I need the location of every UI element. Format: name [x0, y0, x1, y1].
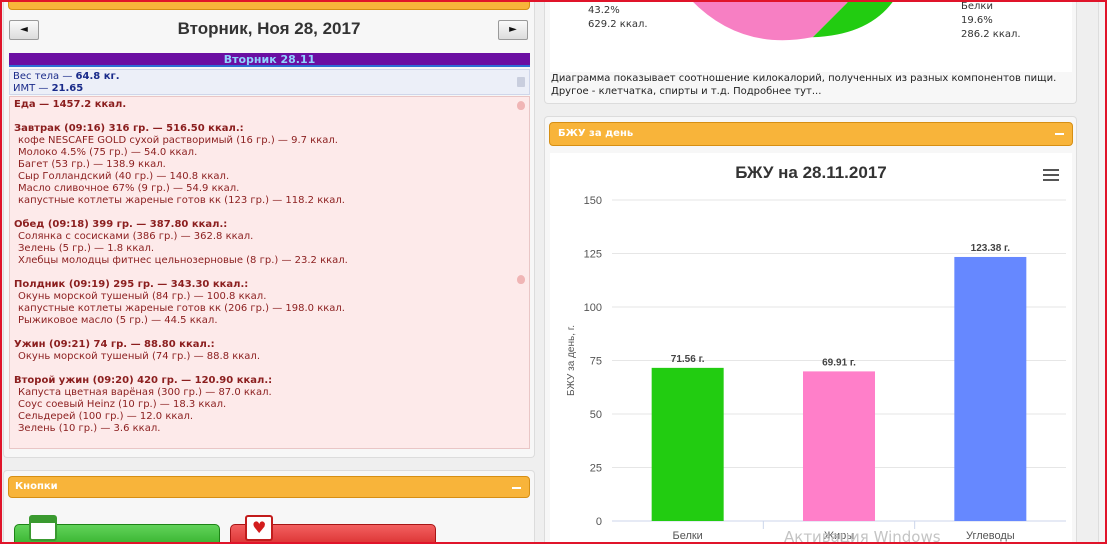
body-stats-box[interactable]: Вес тела — 64.8 кг. ИМТ — 21.65: [9, 69, 530, 95]
meal-block: Полдник (09:19) 295 гр. — 343.30 ккал.: О…: [14, 279, 525, 327]
y-tick-label: 25: [590, 463, 602, 475]
meal-block: Обед (09:18) 399 гр. — 387.80 ккал.: Соля…: [14, 219, 525, 267]
next-day-button[interactable]: ►: [498, 20, 528, 40]
pie-description-link[interactable]: Другое - клетчатка, спирты и т.д. Подроб…: [551, 85, 1071, 98]
meal-item[interactable]: Багет (53 гр.) — 138.9 ккал.: [14, 159, 525, 171]
meal-item[interactable]: кофе NESCAFE GOLD сухой растворимый (16 …: [14, 135, 525, 147]
meal-item[interactable]: Сыр Голландский (40 гр.) — 140.8 ккал.: [14, 171, 525, 183]
y-tick-label: 150: [584, 195, 602, 207]
meal-item[interactable]: Зелень (10 гр.) — 3.6 ккал.: [14, 423, 525, 435]
x-tick-label: Углеводы: [966, 530, 1015, 542]
bju-panel: БЖУ за день БЖУ на 28.11.2017 0 25 50 75 100…: [544, 116, 1077, 544]
meal-title[interactable]: Ужин (09:21) 74 гр. — 88.80 ккал.:: [14, 339, 525, 351]
buttons-panel-title: Кнопки: [15, 481, 58, 492]
apple-icon[interactable]: [517, 275, 525, 284]
y-axis-label: БЖУ за день, г.: [566, 325, 577, 396]
collapse-icon[interactable]: [1055, 133, 1064, 135]
meal-item[interactable]: Капуста цветная варёная (300 гр.) — 87.0…: [14, 387, 525, 399]
data-label: 123.38 г.: [971, 243, 1011, 254]
bar: [651, 367, 724, 521]
weight-row: Вес тела — 64.8 кг.: [13, 71, 526, 83]
pie-left-kcal: 629.2 ккал.: [588, 19, 648, 30]
add-food-button[interactable]: [14, 515, 220, 544]
calendar-icon: [29, 515, 57, 541]
meal-block: Завтрак (09:16) 316 гр. — 516.50 ккал.: к…: [14, 123, 525, 207]
meal-title[interactable]: Второй ужин (09:20) 420 гр. — 120.90 кка…: [14, 375, 525, 387]
pie-right-percent: 19.6%: [961, 15, 993, 26]
pie-left-percent: 43.2%: [588, 5, 620, 16]
pie-description: Диаграмма показывает соотношение килокал…: [551, 72, 1071, 98]
meal-item[interactable]: капустные котлеты жареные готов кк (206 …: [14, 303, 525, 315]
page-title: Вторник, Ноя 28, 2017: [177, 19, 361, 38]
meal-item[interactable]: Зелень (5 гр.) — 1.8 ккал.: [14, 243, 525, 255]
calorie-pie-panel: 43.2% 629.2 ккал. Белки 19.6% 286.2 ккал…: [544, 0, 1077, 104]
meal-item[interactable]: Масло сливочное 67% (9 гр.) — 54.9 ккал.: [14, 183, 525, 195]
prev-day-button[interactable]: ◄: [9, 20, 39, 40]
day-header: Вторник 28.11: [9, 53, 530, 67]
y-tick-label: 125: [584, 249, 602, 261]
meal-title[interactable]: Полдник (09:19) 295 гр. — 343.30 ккал.:: [14, 279, 525, 291]
collapse-icon[interactable]: [512, 487, 521, 489]
panel-header-stub: [8, 0, 530, 10]
weight-value: 64.8 кг.: [75, 71, 120, 82]
pie-description-line: Диаграмма показывает соотношение килокал…: [551, 73, 1057, 84]
bju-panel-title: БЖУ за день: [558, 128, 634, 139]
y-tick-label: 75: [590, 356, 602, 368]
meal-item[interactable]: Окунь морской тушеный (84 гр.) — 100.8 к…: [14, 291, 525, 303]
meals-list: Завтрак (09:16) 316 гр. — 516.50 ккал.: к…: [14, 123, 525, 435]
bar: [803, 371, 875, 521]
buttons-panel: Кнопки: [3, 470, 535, 544]
y-tick-label: 50: [590, 409, 602, 421]
data-label: 71.56 г.: [671, 354, 705, 365]
meal-item[interactable]: Соус соевый Heinz (10 гр.) — 18.3 ккал.: [14, 399, 525, 411]
scrollbar[interactable]: [1098, 0, 1107, 544]
bmi-value: 21.65: [51, 83, 84, 94]
bar: [954, 256, 1027, 521]
meal-title[interactable]: Обед (09:18) 399 гр. — 387.80 ккал.:: [14, 219, 525, 231]
meal-item[interactable]: Сельдерей (100 гр.) — 12.0 ккал.: [14, 411, 525, 423]
bmi-label: ИМТ —: [13, 83, 52, 94]
meal-block: Ужин (09:21) 74 гр. — 88.80 ккал.: Окунь …: [14, 339, 525, 363]
meal-item[interactable]: Солянка с сосисками (386 гр.) — 362.8 кк…: [14, 231, 525, 243]
bju-panel-header[interactable]: БЖУ за день: [549, 122, 1073, 146]
data-label: 69.91 г.: [822, 357, 856, 368]
y-tick-label: 100: [584, 302, 602, 314]
heart-icon: [245, 515, 273, 541]
windows-activation-watermark: Активация Windows: [784, 528, 941, 544]
weight-label: Вес тела —: [13, 71, 76, 82]
y-tick-label: 0: [596, 516, 602, 528]
x-tick-label: Белки: [672, 530, 702, 542]
diary-panel: ◄ Вторник, Ноя 28, 2017 ► Вторник 28.11 …: [3, 0, 535, 458]
meal-item[interactable]: Окунь морской тушеный (74 гр.) — 88.8 кк…: [14, 351, 525, 363]
meal-title[interactable]: Завтрак (09:16) 316 гр. — 516.50 ккал.:: [14, 123, 525, 135]
bar-chart: 025507510012515071.56 г.Белки69.91 г.Жир…: [566, 195, 1066, 542]
favorites-button[interactable]: [230, 515, 436, 544]
diary-column: ◄ Вторник, Ноя 28, 2017 ► Вторник 28.11 …: [3, 0, 535, 544]
pie-right-name: Белки: [961, 1, 993, 12]
meal-item[interactable]: капустные котлеты жареные готов кк (123 …: [14, 195, 525, 207]
meal-item[interactable]: Рыжиковое масло (5 гр.) — 44.5 ккал.: [14, 315, 525, 327]
pie-right-label: Белки 19.6% 286.2 ккал.: [961, 0, 1021, 42]
bmi-row: ИМТ — 21.65: [13, 83, 526, 95]
food-list[interactable]: Еда — 1457.2 ккал. Завтрак (09:16) 316 г…: [9, 96, 530, 449]
meal-item[interactable]: Молоко 4.5% (75 гр.) — 54.0 ккал.: [14, 147, 525, 159]
trash-icon[interactable]: [517, 77, 525, 87]
pie-chart-area: 43.2% 629.2 ккал. Белки 19.6% 286.2 ккал…: [550, 0, 1072, 72]
bju-chart: БЖУ на 28.11.2017 0 25 50 75 100 125 150 71.56 …: [550, 153, 1072, 544]
food-total: Еда — 1457.2 ккал.: [14, 99, 127, 110]
apple-icon[interactable]: [517, 101, 525, 110]
pie-left-label: 43.2% 629.2 ккал.: [588, 4, 648, 32]
pie-right-kcal: 286.2 ккал.: [961, 29, 1021, 40]
buttons-panel-header[interactable]: Кнопки: [8, 476, 530, 498]
meal-block: Второй ужин (09:20) 420 гр. — 120.90 кка…: [14, 375, 525, 435]
meal-item[interactable]: Хлебцы молодцы фитнес цельнозерновые (8 …: [14, 255, 525, 267]
